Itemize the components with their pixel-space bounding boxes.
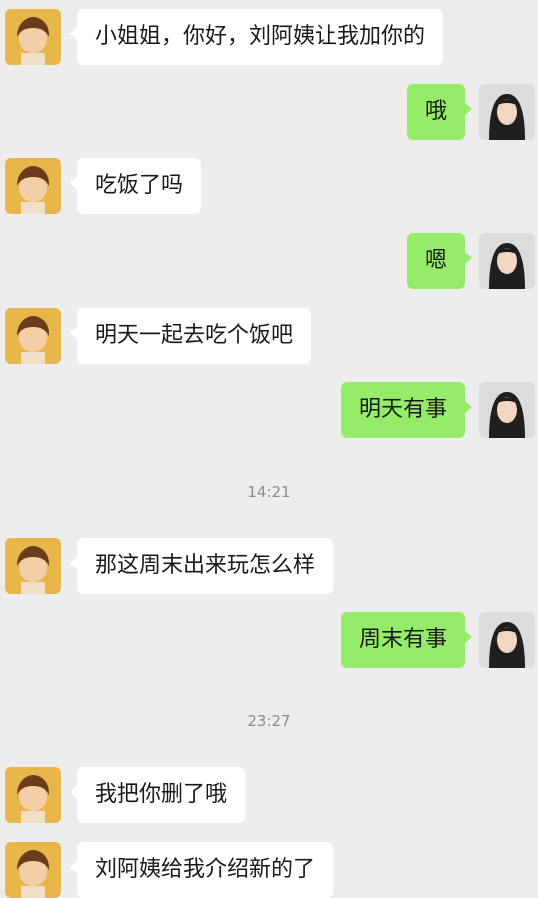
message-bubble[interactable]: 小姐姐，你好，刘阿姨让我加你的: [69, 9, 444, 65]
message-bubble[interactable]: 吃饭了吗: [69, 158, 202, 214]
girl-avatar-icon[interactable]: [479, 84, 535, 140]
message-bubble[interactable]: 明天一起去吃个饭吧: [69, 308, 312, 364]
message-bubble[interactable]: 哦: [406, 84, 473, 140]
girl-avatar-icon[interactable]: [479, 233, 535, 289]
boy-avatar-icon[interactable]: [5, 158, 61, 214]
boy-avatar-icon[interactable]: [5, 538, 61, 594]
boy-avatar-icon[interactable]: [5, 9, 61, 65]
girl-avatar-icon[interactable]: [479, 612, 535, 668]
girl-avatar-icon[interactable]: [479, 382, 535, 438]
timestamp: 23:27: [247, 712, 291, 730]
message-bubble[interactable]: 周末有事: [340, 612, 473, 668]
boy-avatar-icon[interactable]: [5, 308, 61, 364]
message-bubble[interactable]: 我把你删了哦: [69, 767, 246, 823]
timestamp: 14:21: [247, 483, 291, 501]
message-bubble[interactable]: 那这周末出来玩怎么样: [69, 538, 334, 594]
chat-window: 小姐姐，你好，刘阿姨让我加你的 哦 吃饭了吗 嗯 明天一起去吃个饭吧 明天有事 …: [0, 0, 538, 898]
message-bubble[interactable]: 嗯: [406, 233, 473, 289]
boy-avatar-icon[interactable]: [5, 767, 61, 823]
message-bubble[interactable]: 明天有事: [340, 382, 473, 438]
